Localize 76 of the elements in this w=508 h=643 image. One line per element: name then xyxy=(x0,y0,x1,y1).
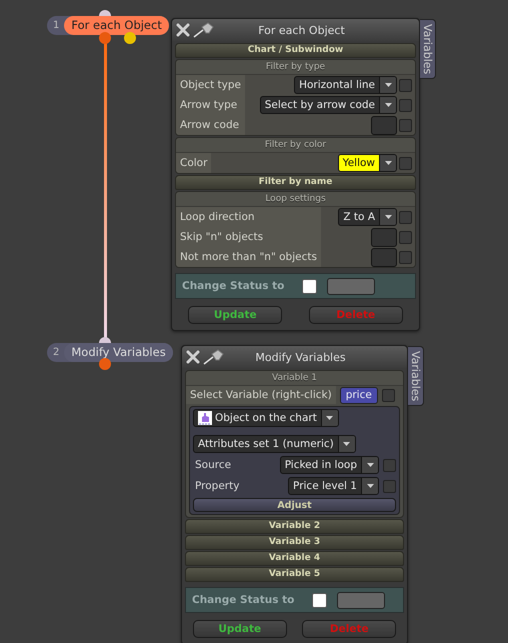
variables-tab[interactable]: Variables xyxy=(408,346,424,406)
dropdown[interactable]: Price level 1 xyxy=(288,477,379,495)
pin-icon[interactable] xyxy=(193,22,215,38)
caret-icon xyxy=(343,442,350,446)
field-label: Skip "n" objects xyxy=(176,227,321,247)
update-button[interactable]: Update xyxy=(192,620,287,638)
input-field[interactable] xyxy=(371,228,397,246)
checkbox[interactable] xyxy=(399,250,412,264)
field-label: Source xyxy=(194,459,232,471)
checkbox[interactable] xyxy=(382,388,395,402)
caret-icon xyxy=(384,215,392,219)
checkbox[interactable] xyxy=(399,78,412,92)
section-header[interactable]: Chart / Subwindow xyxy=(175,43,416,58)
adjust-button[interactable]: Adjust xyxy=(193,498,396,512)
status-field[interactable] xyxy=(337,592,386,608)
field-label: Not more than "n" objects xyxy=(176,247,321,267)
connector-port[interactable] xyxy=(99,337,111,343)
dropdown[interactable]: Picked in loop xyxy=(280,456,379,474)
node-label[interactable]: Modify Variables xyxy=(64,343,173,362)
node-number: 1 xyxy=(52,20,60,31)
checkbox[interactable] xyxy=(399,156,412,170)
checkbox[interactable] xyxy=(312,592,328,608)
field-label: Arrow type xyxy=(176,95,245,115)
status-label: Change Status to xyxy=(192,594,294,606)
checkbox[interactable] xyxy=(302,278,318,294)
section-header[interactable]: Filter by name xyxy=(175,175,416,190)
field-label: Object type xyxy=(176,75,245,95)
input-field[interactable] xyxy=(371,116,397,134)
checkbox[interactable] xyxy=(383,480,396,492)
dropdown[interactable]: Attributes set 1 (numeric) xyxy=(193,435,356,453)
caret-icon xyxy=(366,463,374,467)
window-title: Modify Variables xyxy=(254,350,347,364)
caret-icon xyxy=(384,103,392,107)
field-label: Arrow code xyxy=(176,115,245,135)
section-header[interactable]: Variable 3 xyxy=(185,535,404,550)
section-header[interactable]: Variable 5 xyxy=(185,567,404,582)
window-title: For each Object xyxy=(257,24,346,36)
caret-icon xyxy=(384,161,392,165)
connector-port[interactable] xyxy=(99,10,111,16)
caret-icon xyxy=(366,484,374,488)
node-number: 2 xyxy=(52,347,60,358)
group-title: Loop settings xyxy=(176,192,415,207)
checkbox[interactable] xyxy=(399,210,412,224)
checkbox[interactable] xyxy=(399,230,412,244)
close-icon[interactable] xyxy=(176,23,190,37)
section-header[interactable]: Variable 4 xyxy=(185,551,404,566)
field-label: Color xyxy=(176,153,212,173)
dropdown[interactable]: Select by arrow code xyxy=(260,96,397,114)
input-field[interactable] xyxy=(371,248,397,266)
pin-icon[interactable] xyxy=(203,349,225,365)
group-title: Filter by color xyxy=(176,138,415,153)
variable-tag[interactable]: price xyxy=(340,386,378,404)
connector-port[interactable] xyxy=(124,32,136,44)
checkbox[interactable] xyxy=(399,118,412,132)
field-label: Select Variable (right-click) xyxy=(186,386,336,404)
field-label: Property xyxy=(194,480,240,492)
caret-icon xyxy=(384,83,392,87)
group-title: Variable 1 xyxy=(186,371,403,386)
close-icon[interactable] xyxy=(186,350,200,364)
field-label: Loop direction xyxy=(176,207,321,227)
connector-port[interactable] xyxy=(99,32,111,44)
status-field[interactable] xyxy=(327,278,376,294)
update-button[interactable]: Update xyxy=(188,306,282,324)
checkbox[interactable] xyxy=(383,458,396,472)
dropdown[interactable]: Object on the chart xyxy=(193,409,339,427)
dropdown[interactable]: Horizontal line xyxy=(294,76,397,94)
dropdown[interactable]: Yellow xyxy=(338,154,397,172)
node-label[interactable]: For each Object xyxy=(64,16,169,35)
group-title: Filter by type xyxy=(176,60,415,75)
variables-tab[interactable]: Variables xyxy=(420,19,436,80)
dropdown[interactable]: Z to A xyxy=(338,208,397,226)
checkbox[interactable] xyxy=(399,98,412,112)
status-label: Change Status to xyxy=(182,280,284,292)
caret-icon xyxy=(326,416,334,420)
connector-port[interactable] xyxy=(99,358,111,370)
section-header[interactable]: Variable 2 xyxy=(185,519,404,534)
